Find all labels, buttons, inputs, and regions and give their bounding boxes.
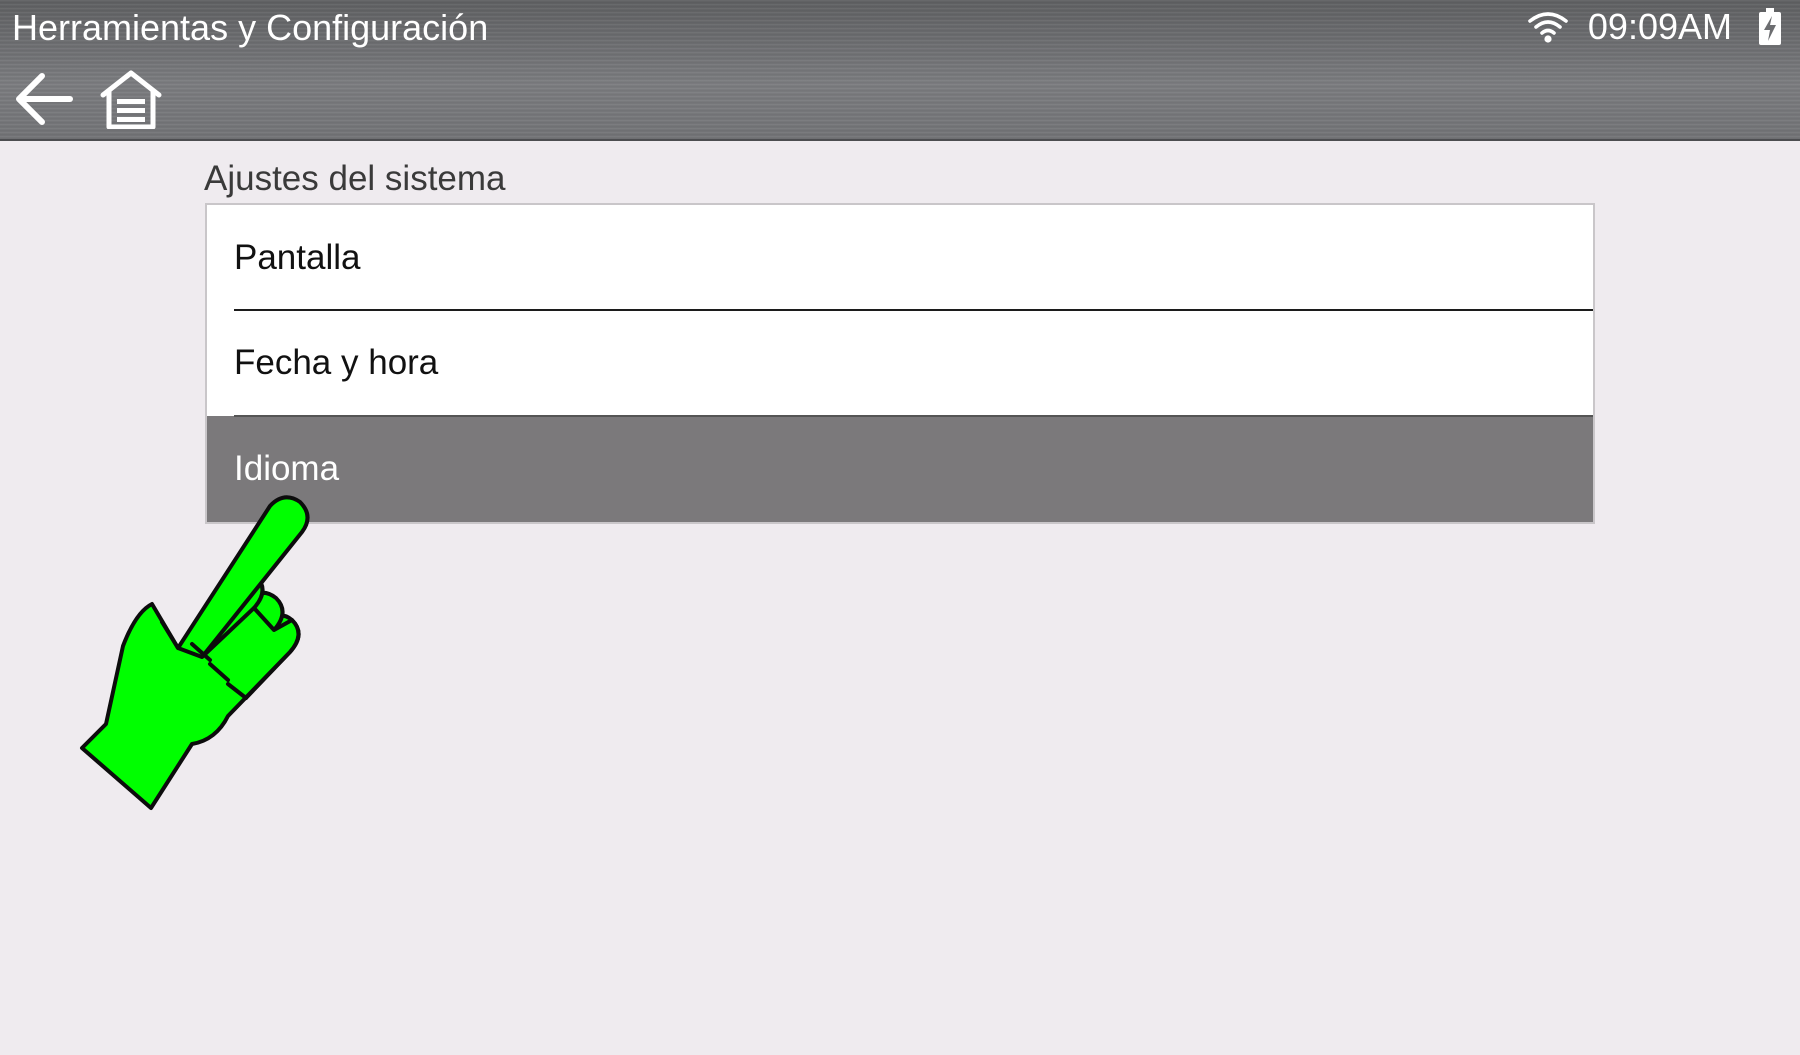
list-item-idioma[interactable]: Idioma	[207, 416, 1593, 522]
divider	[234, 415, 1593, 417]
settings-list: Pantalla Fecha y hora Idioma	[205, 203, 1595, 524]
section-title: Ajustes del sistema	[204, 159, 506, 198]
list-item-pantalla[interactable]: Pantalla	[207, 205, 1593, 310]
wifi-icon	[1528, 12, 1568, 43]
home-icon	[100, 70, 162, 129]
list-item-label: Idioma	[234, 449, 340, 488]
app-title: Herramientas y Configuración	[12, 7, 489, 48]
list-item-label: Pantalla	[234, 237, 361, 277]
status-bar: 09:09AM	[1528, 4, 1782, 50]
top-bar: Herramientas y Configuración 09:09AM	[0, 0, 1800, 141]
list-item-fecha-y-hora[interactable]: Fecha y hora	[207, 310, 1593, 416]
back-arrow-icon	[16, 73, 73, 125]
home-button[interactable]	[96, 64, 166, 134]
clock: 09:09AM	[1587, 6, 1732, 47]
list-item-label: Fecha y hora	[234, 343, 439, 382]
pointing-hand-icon	[80, 495, 310, 810]
back-button[interactable]	[8, 64, 78, 134]
battery-charging-icon	[1759, 8, 1781, 45]
